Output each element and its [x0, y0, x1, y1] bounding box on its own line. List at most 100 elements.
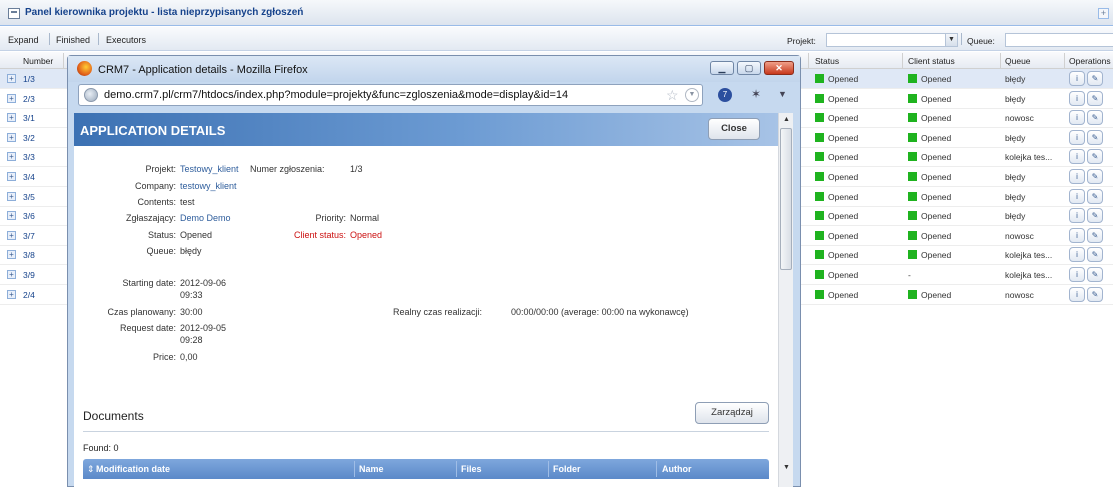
column-folder[interactable]: Folder	[553, 464, 581, 474]
column-status[interactable]: Status	[815, 56, 839, 66]
row-client-status: Opened	[908, 230, 951, 241]
row-number[interactable]: 1/3	[23, 74, 35, 84]
expand-row-icon[interactable]: +	[7, 113, 16, 123]
scroll-down-arrow-icon[interactable]: ▼	[779, 461, 793, 475]
row-client-status: Opened	[908, 93, 951, 104]
info-icon[interactable]: i	[1069, 129, 1085, 145]
row-number[interactable]: 3/1	[23, 113, 35, 123]
info-icon[interactable]: i	[1069, 169, 1085, 184]
status-indicator-icon	[908, 250, 917, 260]
close-window-button[interactable]: ✕	[764, 61, 794, 75]
info-icon[interactable]: i	[1069, 267, 1085, 282]
finished-button[interactable]: Finished	[56, 35, 90, 45]
edit-pencil-icon[interactable]: ✎	[1087, 188, 1103, 204]
info-icon[interactable]: i	[1069, 71, 1085, 86]
manage-documents-button[interactable]: Zarządzaj	[695, 402, 769, 424]
info-icon[interactable]: i	[1069, 149, 1085, 165]
zglaszajacy-value[interactable]: Demo Demo	[180, 213, 231, 223]
maximize-button[interactable]: ▢	[737, 61, 761, 75]
url-text[interactable]: demo.crm7.pl/crm7/htdocs/index.php?modul…	[104, 89, 568, 101]
row-number[interactable]: 2/4	[23, 290, 35, 300]
close-button[interactable]: Close	[708, 118, 760, 140]
chevron-down-icon[interactable]: ▼	[945, 34, 957, 46]
info-icon[interactable]: i	[1069, 227, 1085, 243]
row-status-text: Opened	[828, 172, 859, 182]
panel-collapse-button[interactable]: +	[1098, 8, 1109, 19]
edit-pencil-icon[interactable]: ✎	[1087, 90, 1103, 106]
column-author[interactable]: Author	[662, 464, 692, 474]
info-icon[interactable]: i	[1069, 208, 1085, 224]
expand-row-icon[interactable]: +	[7, 270, 16, 279]
expand-row-icon[interactable]: +	[7, 289, 16, 299]
address-bar[interactable]: demo.crm7.pl/crm7/htdocs/index.php?modul…	[78, 84, 703, 106]
edit-pencil-icon[interactable]: ✎	[1087, 247, 1103, 263]
row-client-status-text: Opened	[921, 74, 952, 84]
expand-row-icon[interactable]: +	[7, 93, 16, 103]
column-files[interactable]: Files	[461, 464, 482, 474]
column-separator	[656, 461, 657, 477]
expand-row-icon[interactable]: +	[7, 250, 16, 260]
company-label: Company:	[134, 181, 176, 191]
projekt-value[interactable]: Testowy_klient	[180, 164, 239, 174]
bookmark-star-icon[interactable]: ☆	[666, 87, 679, 104]
scroll-up-arrow-icon[interactable]: ▲	[779, 113, 793, 127]
row-queue: błędy	[1005, 211, 1026, 222]
row-operations: i ✎	[1069, 227, 1105, 243]
edit-pencil-icon[interactable]: ✎	[1087, 169, 1103, 184]
row-client-status: Opened	[908, 74, 951, 84]
row-number[interactable]: 3/3	[23, 152, 35, 162]
expand-row-icon[interactable]: +	[7, 172, 16, 181]
column-number[interactable]: Number	[23, 56, 53, 66]
edit-pencil-icon[interactable]: ✎	[1087, 129, 1103, 145]
expand-row-icon[interactable]: +	[7, 132, 16, 142]
edit-pencil-icon[interactable]: ✎	[1087, 267, 1103, 282]
row-status: Opened	[815, 211, 858, 221]
edit-pencil-icon[interactable]: ✎	[1087, 71, 1103, 86]
edit-pencil-icon[interactable]: ✎	[1087, 208, 1103, 224]
edit-pencil-icon[interactable]: ✎	[1087, 286, 1103, 302]
info-icon[interactable]: i	[1069, 110, 1085, 126]
expand-row-icon[interactable]: +	[7, 74, 16, 83]
row-number[interactable]: 3/5	[23, 192, 35, 202]
expand-row-icon[interactable]: +	[7, 191, 16, 201]
scroll-thumb[interactable]	[780, 128, 792, 270]
history-dropdown-icon[interactable]: ▼	[685, 88, 699, 102]
info-icon[interactable]: i	[1069, 188, 1085, 204]
column-queue[interactable]: Queue	[1005, 56, 1031, 66]
expand-row-icon[interactable]: +	[7, 211, 16, 221]
row-number[interactable]: 3/9	[23, 270, 35, 280]
column-name[interactable]: Name	[359, 464, 384, 474]
info-icon[interactable]: i	[1069, 247, 1085, 263]
popup-titlebar[interactable]: CRM7 - Application details - Mozilla Fir…	[68, 56, 800, 82]
info-icon[interactable]: i	[1069, 90, 1085, 106]
info-icon[interactable]: i	[1069, 286, 1085, 302]
column-modification-date[interactable]: Modification date	[96, 464, 170, 474]
edit-pencil-icon[interactable]: ✎	[1087, 227, 1103, 243]
projekt-filter-select[interactable]: ▼	[826, 33, 958, 47]
expand-row-icon[interactable]: +	[7, 152, 16, 162]
status-indicator-icon	[815, 152, 824, 162]
row-number[interactable]: 3/6	[23, 211, 35, 221]
edit-pencil-icon[interactable]: ✎	[1087, 110, 1103, 126]
row-number[interactable]: 3/8	[23, 250, 35, 260]
menu-arrow-icon[interactable]: ▼	[778, 89, 787, 99]
row-number[interactable]: 3/7	[23, 231, 35, 241]
company-value[interactable]: testowy_klient	[180, 181, 237, 191]
column-client-status[interactable]: Client status	[908, 56, 955, 66]
vertical-scrollbar[interactable]: ▲ ▼	[778, 113, 793, 487]
row-number[interactable]: 3/2	[23, 133, 35, 143]
minimize-button[interactable]: ▁	[710, 61, 734, 75]
executors-button[interactable]: Executors	[106, 35, 146, 45]
request-date-label: Request date:	[119, 323, 176, 333]
row-number[interactable]: 3/4	[23, 172, 35, 182]
row-number[interactable]: 2/3	[23, 94, 35, 104]
queue-filter-select[interactable]	[1005, 33, 1113, 47]
row-queue: błędy	[1005, 132, 1026, 143]
expand-button[interactable]: Expand	[8, 35, 39, 45]
tools-icon[interactable]: ✶	[751, 87, 761, 101]
column-separator	[808, 53, 809, 68]
status-indicator-icon	[815, 289, 824, 299]
edit-pencil-icon[interactable]: ✎	[1087, 149, 1103, 165]
addon-icon[interactable]: 7	[718, 88, 732, 102]
expand-row-icon[interactable]: +	[7, 230, 16, 240]
